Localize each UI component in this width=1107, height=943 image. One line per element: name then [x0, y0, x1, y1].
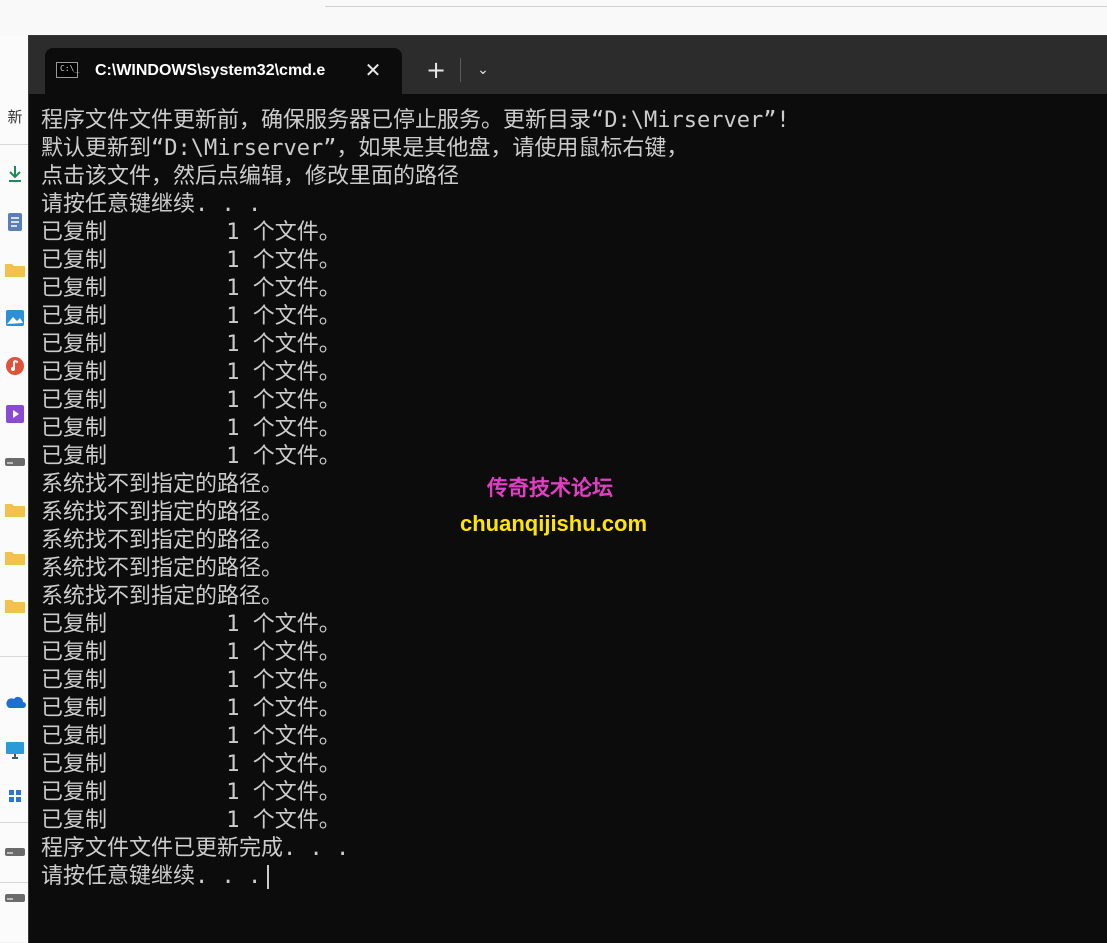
console-line: 默认更新到“D:\Mirserver”，如果是其他盘，请使用鼠标右键，	[41, 136, 689, 161]
console-line: 已复制 1 个文件。	[41, 220, 341, 245]
console-line: 已复制 1 个文件。	[41, 724, 341, 749]
pictures-icon[interactable]	[4, 308, 26, 328]
documents-icon[interactable]	[4, 212, 26, 232]
console-line: 已复制 1 个文件。	[41, 248, 341, 273]
new-tab-button[interactable]: +	[422, 56, 450, 84]
text-cursor	[267, 865, 270, 889]
terminal-window: C:\_ C:\WINDOWS\system32\cmd.e ✕ + ⌄ 程序文…	[28, 35, 1107, 943]
folder-icon[interactable]	[4, 548, 26, 568]
console-line: 已复制 1 个文件。	[41, 444, 341, 469]
terminal-titlebar[interactable]: C:\_ C:\WINDOWS\system32\cmd.e ✕ + ⌄	[29, 36, 1107, 94]
close-tab-button[interactable]: ✕	[361, 58, 385, 82]
this-pc-icon[interactable]	[4, 740, 26, 760]
drive-icon[interactable]	[4, 842, 26, 862]
background-explorer-toolbar	[0, 0, 1107, 37]
console-line: 已复制 1 个文件。	[41, 640, 341, 665]
console-line: 已复制 1 个文件。	[41, 668, 341, 693]
console-line: 程序文件文件更新前，确保服务器已停止服务。更新目录“D:\Mirserver”!	[41, 108, 790, 133]
background-explorer-nav-pane: 新	[0, 36, 30, 942]
console-line: 系统找不到指定的路径。	[41, 556, 284, 581]
tab-cmd[interactable]: C:\_ C:\WINDOWS\system32\cmd.e ✕	[45, 48, 402, 94]
console-line: 已复制 1 个文件。	[41, 696, 341, 721]
console-prompt-line: 请按任意键继续. . .	[41, 863, 1101, 891]
folder-icon[interactable]	[4, 500, 26, 520]
console-line: 已复制 1 个文件。	[41, 780, 341, 805]
cmd-icon: C:\_	[56, 62, 80, 78]
console-line: 已复制 1 个文件。	[41, 304, 341, 329]
console-line: 已复制 1 个文件。	[41, 808, 341, 833]
background-nav-label: 新	[7, 107, 23, 126]
watermark-cn: 传奇技术论坛	[487, 476, 613, 500]
console-line: 程序文件文件已更新完成. . .	[41, 836, 350, 861]
titlebar-divider	[460, 58, 461, 82]
folder-icon[interactable]	[4, 596, 26, 616]
console-line: 已复制 1 个文件。	[41, 752, 341, 777]
console-line: 请按任意键继续. . .	[41, 192, 262, 217]
onedrive-icon[interactable]	[4, 692, 26, 712]
cmd-icon-label: C:\_	[60, 64, 80, 73]
console-line: 已复制 1 个文件。	[41, 416, 341, 441]
watermark-url: chuanqijishu.com	[460, 511, 648, 536]
console-line: 已复制 1 个文件。	[41, 276, 341, 301]
console-line: 已复制 1 个文件。	[41, 332, 341, 357]
windows-drive-icon[interactable]	[4, 786, 26, 806]
background-search-box	[325, 0, 1107, 7]
console-line: 已复制 1 个文件。	[41, 360, 341, 385]
console-line: 点击该文件，然后点编辑，修改里面的路径	[41, 164, 460, 189]
drive-icon[interactable]	[4, 888, 26, 908]
console-line: 系统找不到指定的路径。	[41, 584, 284, 609]
tab-title: C:\WINDOWS\system32\cmd.e	[95, 62, 326, 79]
console-line: 已复制 1 个文件。	[41, 612, 341, 637]
music-icon[interactable]	[4, 356, 26, 376]
videos-icon[interactable]	[4, 404, 26, 424]
tab-dropdown-button[interactable]: ⌄	[469, 56, 497, 84]
downloads-icon[interactable]	[4, 164, 26, 184]
drive-icon[interactable]	[4, 452, 26, 472]
console-line: 已复制 1 个文件。	[41, 388, 341, 413]
console-line: 请按任意键继续. . .	[41, 864, 262, 889]
folder-icon[interactable]	[4, 260, 26, 280]
